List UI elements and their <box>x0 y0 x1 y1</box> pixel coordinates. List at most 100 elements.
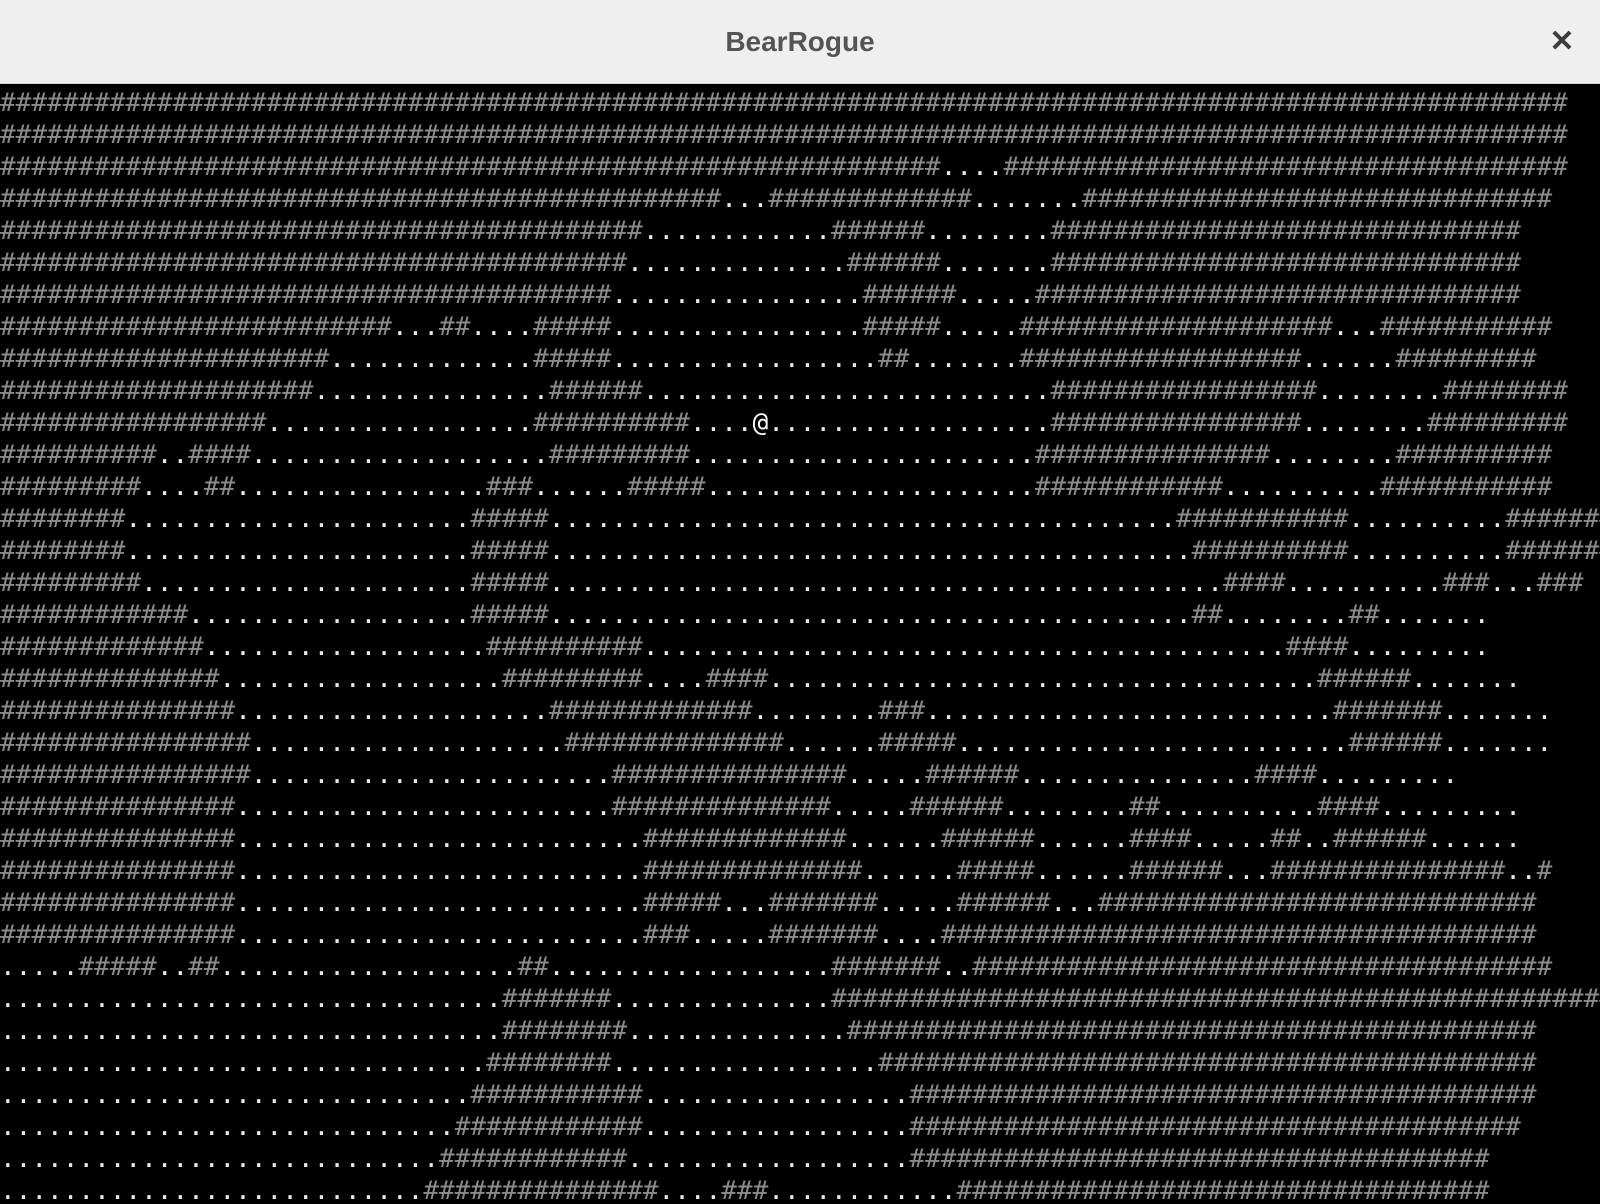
floor-tiles: .... <box>470 312 534 342</box>
map-row: #########....##................###......… <box>0 471 1600 503</box>
floor-tiles: ..................... <box>141 568 471 598</box>
wall-tiles: ##### <box>470 568 549 598</box>
map-row: ###############....................#####… <box>0 695 1600 727</box>
floor-tiles: ................................... <box>768 664 1318 694</box>
floor-tiles: .................. <box>768 408 1051 438</box>
wall-tiles: ######### <box>0 472 142 502</box>
floor-tiles: .......... <box>1223 472 1380 502</box>
wall-tiles: ########## <box>0 440 157 470</box>
title-bar: BearRogue ✕ <box>0 0 1600 84</box>
floor-tiles: ..... <box>956 280 1035 310</box>
floor-tiles: ................ <box>611 312 863 342</box>
map-row: #########.....................#####.....… <box>0 567 1600 599</box>
wall-tiles: ############### <box>0 856 236 886</box>
wall-tiles: ### <box>486 472 534 502</box>
floor-tiles: .......... <box>1348 536 1506 566</box>
game-window: BearRogue ✕ ############################… <box>0 0 1600 1204</box>
wall-tiles: ############################## <box>1050 248 1521 278</box>
map-row: ########################################… <box>0 87 1600 119</box>
floor-tiles: .......................... <box>642 376 1051 406</box>
floor-tiles: ..... <box>1191 824 1271 854</box>
wall-tiles: ##### <box>470 600 549 630</box>
close-icon[interactable]: ✕ <box>1542 22 1582 62</box>
wall-tiles: ## <box>1270 824 1302 854</box>
floor-tiles: ... <box>1223 856 1271 886</box>
map-row: ................................#######.… <box>0 983 1600 1015</box>
floor-tiles: ................. <box>642 1112 910 1142</box>
floor-tiles: .......................... <box>235 888 643 918</box>
wall-tiles: ############################## <box>1081 184 1553 214</box>
floor-tiles: .......... <box>1348 504 1506 534</box>
wall-tiles: ###### <box>862 280 957 310</box>
map-row: ####################...............#####… <box>0 375 1600 407</box>
floor-tiles: ... <box>1050 888 1098 918</box>
wall-tiles: ##### <box>956 856 1035 886</box>
map-row: ###############........................#… <box>0 791 1600 823</box>
wall-tiles: ######### <box>1505 536 1600 566</box>
map-row: ###############.........................… <box>0 823 1600 855</box>
wall-tiles: ## <box>1128 792 1161 822</box>
wall-tiles: ######### <box>1426 408 1568 438</box>
map-row: ............................############… <box>0 1143 1600 1175</box>
wall-tiles: ############ <box>0 600 189 630</box>
wall-tiles: ########################################… <box>0 120 1568 150</box>
wall-tiles: ################# <box>0 408 267 438</box>
floor-tiles: ..... <box>846 760 926 790</box>
wall-tiles: ################################## <box>956 1176 1490 1204</box>
wall-tiles: ## <box>878 344 910 374</box>
wall-tiles: ########################################… <box>831 984 1600 1014</box>
floor-tiles: ................. <box>611 1048 879 1078</box>
wall-tiles: ##### <box>533 344 612 374</box>
wall-tiles: ###### <box>1332 824 1427 854</box>
floor-tiles: ............ <box>768 1176 957 1204</box>
wall-tiles: ############### <box>0 824 236 854</box>
wall-tiles: #### <box>1128 824 1192 854</box>
wall-tiles: ####################################### <box>909 1112 1521 1142</box>
map-row: ...............................########.… <box>0 1047 1600 1079</box>
wall-tiles: ###### <box>1348 728 1443 758</box>
wall-tiles: ##### <box>862 312 941 342</box>
floor-tiles: ..................... <box>705 472 1035 502</box>
wall-tiles: ##### <box>470 536 549 566</box>
floor-tiles: ............. <box>329 344 534 374</box>
floor-tiles: ........ <box>1003 792 1129 822</box>
floor-tiles: .... <box>642 664 706 694</box>
floor-tiles: ....... <box>1411 664 1521 694</box>
floor-tiles: ........ <box>1317 376 1443 406</box>
floor-tiles: ......... <box>1348 632 1490 662</box>
wall-tiles: ################## <box>1019 344 1302 374</box>
map-row: ############..................#####.....… <box>0 599 1600 631</box>
wall-tiles: ####### <box>768 888 879 918</box>
wall-tiles: ################ <box>0 760 251 790</box>
map-row: ###############.........................… <box>0 855 1600 887</box>
wall-tiles: ###### <box>1317 664 1412 694</box>
wall-tiles: ############### <box>1034 440 1271 470</box>
floor-tiles: ................... <box>250 440 549 470</box>
wall-tiles: ########################################… <box>0 88 1568 118</box>
wall-tiles: ##################################### <box>909 1144 1490 1174</box>
wall-tiles: #### <box>1285 632 1349 662</box>
map-row: ########################################… <box>0 183 1600 215</box>
floor-tiles: ...... <box>1426 824 1521 854</box>
floor-tiles: ... <box>391 312 440 342</box>
map-row: ###############.........................… <box>0 919 1600 951</box>
floor-tiles: ............ <box>642 216 831 246</box>
wall-tiles: ############################## <box>1050 216 1521 246</box>
floor-tiles: ....... <box>940 248 1051 278</box>
wall-tiles: ########################################… <box>0 216 643 246</box>
floor-tiles: ... <box>1332 312 1380 342</box>
wall-tiles: #################### <box>0 376 314 406</box>
floor-tiles: ...... <box>1301 344 1396 374</box>
floor-tiles: ............... <box>1019 760 1255 790</box>
floor-tiles: ......................... <box>956 728 1349 758</box>
floor-tiles: .... <box>878 920 941 950</box>
wall-tiles: #### <box>188 440 251 470</box>
game-terminal[interactable]: ########################################… <box>0 84 1600 1204</box>
floor-tiles: ............................... <box>0 1048 487 1078</box>
wall-tiles: ########### <box>1175 504 1349 534</box>
wall-tiles: ############### <box>0 696 236 726</box>
wall-tiles: ## <box>203 472 236 502</box>
wall-tiles: ########### <box>1379 312 1553 342</box>
floor-tiles: ........ <box>1222 600 1349 630</box>
floor-tiles: ... <box>721 888 769 918</box>
